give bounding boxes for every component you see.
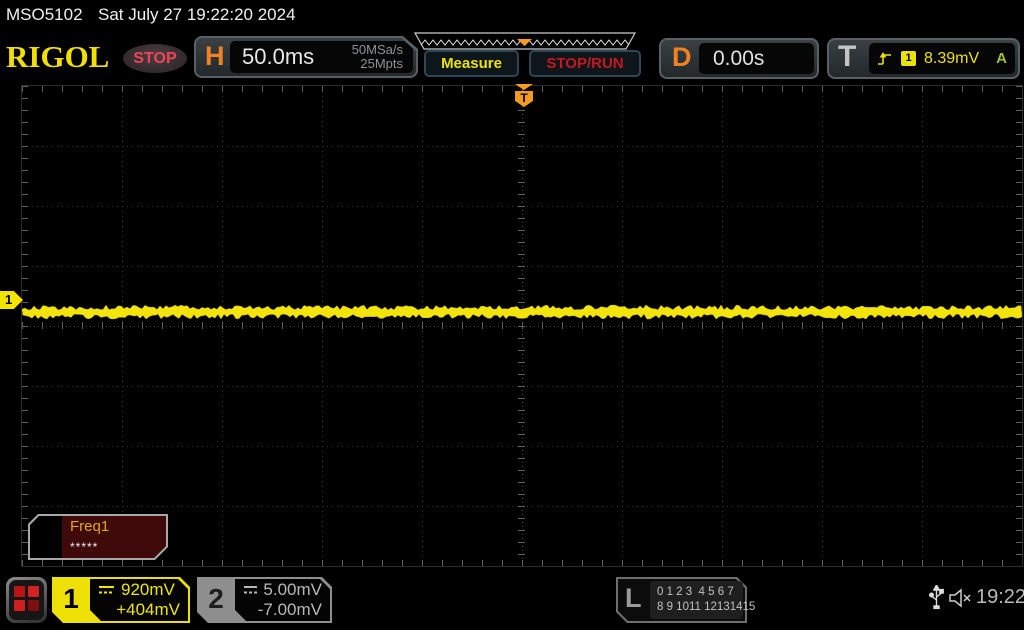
grid-menu-icon-inner: [9, 580, 44, 620]
acquisition-rates: 50MSa/s 25Mpts: [352, 43, 403, 71]
delay-pane[interactable]: D 0.00s: [659, 38, 819, 79]
delay-value: 0.00s: [713, 46, 765, 70]
datetime-text: Sat July 27 19:22:20 2024: [98, 5, 296, 24]
delay-label: D: [672, 42, 692, 72]
stop-run-button[interactable]: STOP/RUN: [529, 50, 641, 77]
trigger-level-value: 8.39mV: [924, 49, 980, 67]
delay-values: 0.00s: [699, 43, 814, 74]
channel1-scale: 920mV: [121, 580, 175, 599]
channel2-offset: -7.00mV: [257, 600, 322, 619]
trigger-pane[interactable]: T 1 8.39mV A: [827, 38, 1020, 79]
channel2-status-box[interactable]: 2 5.00mV -7.00mV: [197, 577, 332, 623]
measure-button[interactable]: Measure: [424, 50, 519, 77]
channel2-values: 5.00mV -7.00mV: [235, 579, 330, 621]
measurement-name: Freq1: [70, 518, 110, 535]
usb-icon: [929, 585, 944, 610]
channel1-offset: +404mV: [116, 600, 180, 619]
preview-zigzag-icon: [413, 32, 637, 50]
rising-edge-trigger-icon: [878, 51, 891, 65]
model-name: MSO5102: [6, 5, 83, 24]
clock-text: 19:22: [976, 586, 1024, 608]
horizontal-pane[interactable]: H 50.0ms 50MSa/s 25Mpts: [194, 36, 418, 78]
channel1-status-box[interactable]: 1 920mV +404mV: [52, 577, 190, 623]
trigger-source-badge: 1: [901, 51, 916, 66]
trigger-mode: A: [996, 50, 1007, 67]
logic-label: L: [625, 583, 642, 613]
channel2-number: 2: [208, 583, 224, 614]
horizontal-label: H: [205, 41, 225, 71]
speaker-muted-icon: [949, 588, 971, 608]
logic-channels-panel: 0 1 2 3 4 5 6 7 8 9 1011 12131415: [650, 581, 756, 619]
oscilloscope-screen: MSO5102 Sat July 27 19:22:20 2024 RIGOL …: [0, 0, 1024, 630]
memory-depth: 25Mpts: [360, 56, 403, 71]
dc-coupling-icon: [243, 584, 257, 596]
run-state-badge[interactable]: STOP: [123, 44, 187, 73]
trigger-label: T: [838, 40, 857, 73]
logic-row-2: 8 9 1011 12131415: [657, 601, 756, 613]
logic-row-1: 0 1 2 3 4 5 6 7: [657, 586, 734, 598]
grid-and-waveform: [22, 86, 1022, 566]
channel1-waveform: [22, 304, 1022, 320]
channel1-ground-marker[interactable]: 1: [0, 291, 23, 309]
timebase-value: 50.0ms: [242, 44, 315, 69]
waveform-preview-strip[interactable]: [413, 32, 637, 51]
sample-rate: 50MSa/s: [351, 42, 403, 57]
top-status-bar: MSO5102 Sat July 27 19:22:20 2024: [0, 0, 1024, 30]
horizontal-values: 50.0ms 50MSa/s 25Mpts: [230, 41, 413, 73]
channel2-scale: 5.00mV: [263, 580, 322, 599]
dc-coupling-icon: [98, 584, 115, 596]
channel1-values: 920mV +404mV: [90, 579, 188, 621]
rigol-logo: RIGOL: [6, 39, 110, 74]
graticule: [21, 85, 1023, 567]
measurement-value: *****: [70, 540, 99, 554]
trigger-values: 1 8.39mV A: [869, 43, 1015, 74]
channel1-number: 1: [63, 583, 79, 614]
